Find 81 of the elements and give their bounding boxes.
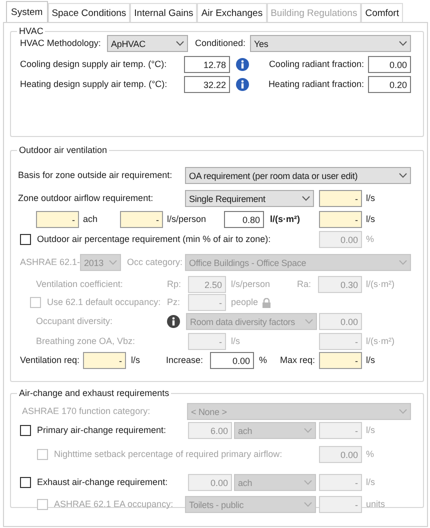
field-label: Breathing zone OA, Vbz: — [36, 335, 136, 348]
checkbox[interactable] — [20, 425, 31, 436]
input-field[interactable]: 12.78 — [184, 56, 230, 73]
unit-label: % — [366, 448, 374, 461]
field-label: Max req: — [280, 354, 316, 367]
dropdown[interactable]: OA requirement (per room data or user edit) — [185, 167, 411, 184]
dropdown[interactable]: ApHVAC — [107, 35, 188, 52]
chevron-icon — [305, 319, 313, 324]
input-field[interactable]: - — [319, 352, 362, 369]
chevron-icon — [304, 480, 312, 485]
tab[interactable]: Air Exchanges — [197, 3, 267, 22]
field-label: Increase: — [166, 354, 204, 367]
unit-label: l/s — [231, 335, 240, 348]
tab[interactable]: System — [6, 1, 48, 22]
field-label: Occ category: — [127, 256, 183, 269]
chevron-icon — [399, 260, 407, 265]
field-label: Heating radiant fraction: — [268, 78, 364, 91]
field-label: Conditioned: — [195, 37, 246, 50]
tab[interactable]: Internal Gains — [130, 3, 198, 22]
group-title: Air-change and exhaust requirements — [17, 387, 172, 399]
unit-label: l/s/person — [167, 213, 206, 226]
input-field[interactable]: 32.22 — [184, 76, 230, 93]
field-label: Cooling design supply air temp. (°C): — [20, 58, 167, 71]
unit-label: l/s — [131, 354, 140, 367]
chevron-icon — [109, 260, 117, 265]
dropdown[interactable]: Single Requirement — [185, 190, 314, 207]
tab[interactable]: Comfort — [361, 3, 403, 22]
field-label: Ventilation req: — [20, 354, 80, 367]
field-label: ASHRAE 62.1- — [20, 256, 80, 269]
input-field[interactable]: - — [319, 190, 362, 207]
field-label: ASHRAE 170 function category: — [22, 405, 150, 418]
input-field[interactable]: - — [120, 211, 163, 228]
input-field[interactable]: - — [83, 352, 126, 369]
info-icon[interactable] — [236, 58, 249, 71]
chevron-icon — [176, 41, 184, 46]
field-label: Pz: — [167, 296, 180, 309]
chevron-icon — [304, 502, 312, 507]
checkbox-label[interactable]: Exhaust air-change requirement: — [37, 476, 168, 489]
chevron-icon — [304, 428, 312, 433]
field-label: Heating design supply air temp. (°C): — [20, 78, 168, 91]
checkbox-label[interactable]: Outdoor air percentage requirement (min % of air to zone): — [37, 233, 271, 246]
chevron-icon — [399, 41, 407, 46]
unit-label: l/(s·m²) — [270, 213, 300, 226]
info-icon[interactable] — [236, 78, 249, 91]
tab[interactable]: Space Conditions — [48, 3, 130, 22]
field-label: Ra: — [297, 278, 312, 291]
unit-label: % — [259, 354, 268, 367]
unit-label: l/s — [366, 213, 375, 226]
unit-label: l/s — [366, 424, 375, 437]
unit-label: units — [366, 498, 386, 511]
chevron-icon — [399, 173, 407, 178]
unit-label: l/s/person — [231, 278, 270, 291]
unit-label: l/(s·m²) — [366, 278, 394, 291]
group-title: HVAC — [17, 25, 46, 37]
checkbox-label[interactable]: Primary air-change requirement: — [37, 424, 166, 437]
unit-label: ach — [83, 213, 98, 226]
field-label: HVAC Methodology: — [20, 37, 101, 50]
input-field[interactable]: 0.80 — [224, 211, 264, 228]
field-label: Rp: — [167, 278, 182, 291]
unit-label: % — [366, 233, 374, 246]
input-field[interactable]: 0.00 — [368, 56, 411, 73]
unit-label: l/s — [366, 476, 375, 489]
chevron-icon — [399, 409, 407, 414]
input-field[interactable]: - — [36, 211, 79, 228]
checkbox[interactable] — [20, 234, 31, 245]
unit-label: l/(s·m²) — [366, 335, 394, 348]
unit-label: l/s — [366, 192, 375, 205]
field-label: Ventilation coefficient: — [36, 278, 123, 291]
field-label: Occupant diversity: — [36, 315, 113, 328]
chevron-icon — [302, 196, 310, 201]
input-field[interactable]: - — [319, 211, 362, 228]
unit-label: people — [231, 296, 258, 309]
field-label: Cooling radiant fraction: — [268, 58, 364, 71]
field-label: Basis for zone outside air requirement: — [18, 169, 172, 182]
input-field[interactable]: 0.20 — [368, 76, 411, 93]
input-field[interactable]: 0.00 — [210, 352, 254, 369]
dropdown[interactable]: Yes — [250, 35, 411, 52]
group-title: Outdoor air ventilation — [17, 144, 110, 156]
checkbox[interactable] — [20, 477, 31, 488]
field-label: Zone outdoor airflow requirement: — [18, 192, 154, 205]
unit-label: l/s — [366, 354, 375, 367]
